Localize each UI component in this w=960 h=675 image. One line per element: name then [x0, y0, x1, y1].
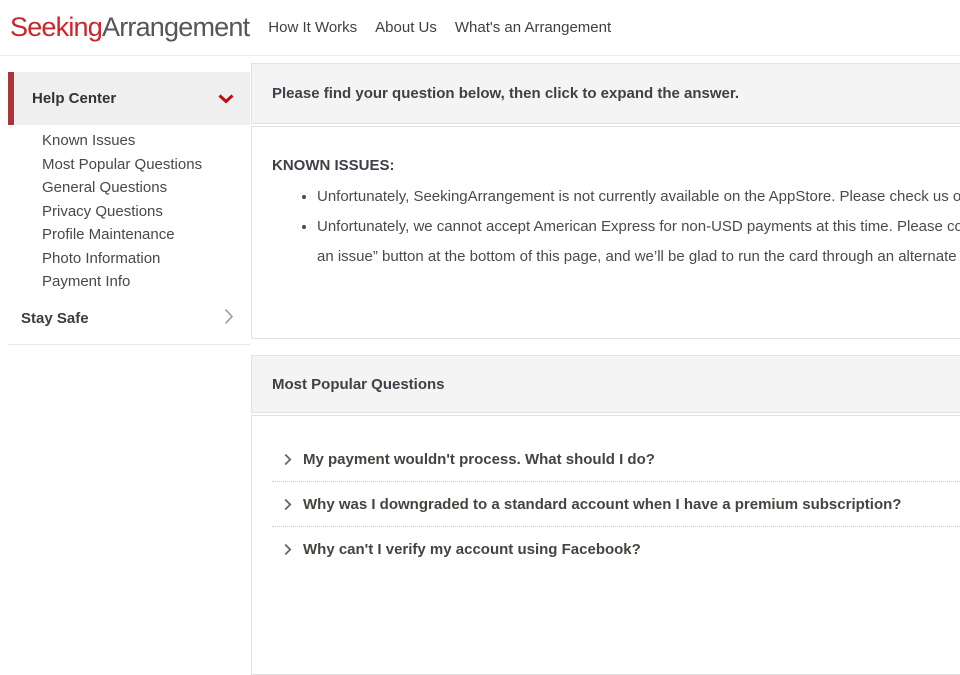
- sidebar-item-profile-maintenance[interactable]: Profile Maintenance: [42, 223, 250, 247]
- known-issues-heading: KNOWN ISSUES:: [272, 156, 960, 176]
- instruction-banner: Please find your question below, then cl…: [251, 63, 960, 124]
- sidebar-item-payment-info[interactable]: Payment Info: [42, 270, 250, 294]
- sidebar-item-known-issues[interactable]: Known Issues: [42, 129, 250, 153]
- top-header: SeekingArrangement How It Works About Us…: [0, 0, 960, 56]
- help-sidebar: Help Center Known Issues Most Popular Qu…: [8, 72, 250, 345]
- logo-part-seeking: Seeking: [10, 12, 102, 42]
- sidebar-section-stay-safe[interactable]: Stay Safe: [8, 308, 250, 345]
- question-label: My payment wouldn't process. What should…: [303, 451, 655, 468]
- known-issue-text-continued: an issue” button at the bottom of this p…: [317, 242, 960, 272]
- nav-whats-an-arrangement[interactable]: What's an Arrangement: [455, 19, 611, 36]
- known-issue-text: Unfortunately, we cannot accept American…: [317, 212, 960, 242]
- question-row-payment-process[interactable]: My payment wouldn't process. What should…: [272, 437, 960, 482]
- question-label: Why was I downgraded to a standard accou…: [303, 496, 901, 513]
- sidebar-item-photo-information[interactable]: Photo Information: [42, 247, 250, 271]
- nav-how-it-works[interactable]: How It Works: [268, 19, 357, 36]
- questions-panel: My payment wouldn't process. What should…: [251, 415, 960, 675]
- sidebar-item-privacy-questions[interactable]: Privacy Questions: [42, 200, 250, 224]
- sidebar-topic-list: Known Issues Most Popular Questions Gene…: [8, 125, 250, 294]
- chevron-right-icon: [284, 543, 296, 556]
- main-content: Please find your question below, then cl…: [251, 63, 960, 675]
- known-issue-item: Unfortunately, we cannot accept American…: [317, 212, 960, 272]
- sidebar-section-help-center[interactable]: Help Center: [8, 72, 250, 125]
- chevron-right-icon: [284, 498, 296, 511]
- sidebar-item-general-questions[interactable]: General Questions: [42, 176, 250, 200]
- site-logo[interactable]: SeekingArrangement: [10, 12, 249, 43]
- most-popular-questions-header: Most Popular Questions: [251, 355, 960, 413]
- known-issue-text: Unfortunately, SeekingArrangement is not…: [317, 182, 960, 212]
- known-issue-item: Unfortunately, SeekingArrangement is not…: [317, 182, 960, 212]
- chevron-down-icon: [218, 94, 234, 104]
- question-label: Why can't I verify my account using Face…: [303, 541, 641, 558]
- chevron-right-icon: [284, 453, 296, 466]
- main-nav: How It Works About Us What's an Arrangem…: [268, 19, 629, 36]
- chevron-right-icon: [224, 308, 234, 330]
- nav-about-us[interactable]: About Us: [375, 19, 437, 36]
- question-row-facebook-verify[interactable]: Why can't I verify my account using Face…: [272, 527, 960, 571]
- known-issues-list: Unfortunately, SeekingArrangement is not…: [272, 182, 960, 272]
- logo-part-arrangement: Arrangement: [102, 12, 249, 42]
- stay-safe-label: Stay Safe: [21, 310, 89, 327]
- known-issues-panel: KNOWN ISSUES: Unfortunately, SeekingArra…: [251, 126, 960, 339]
- question-row-downgraded-account[interactable]: Why was I downgraded to a standard accou…: [272, 482, 960, 527]
- help-center-label: Help Center: [32, 90, 116, 107]
- sidebar-item-most-popular-questions[interactable]: Most Popular Questions: [42, 153, 250, 177]
